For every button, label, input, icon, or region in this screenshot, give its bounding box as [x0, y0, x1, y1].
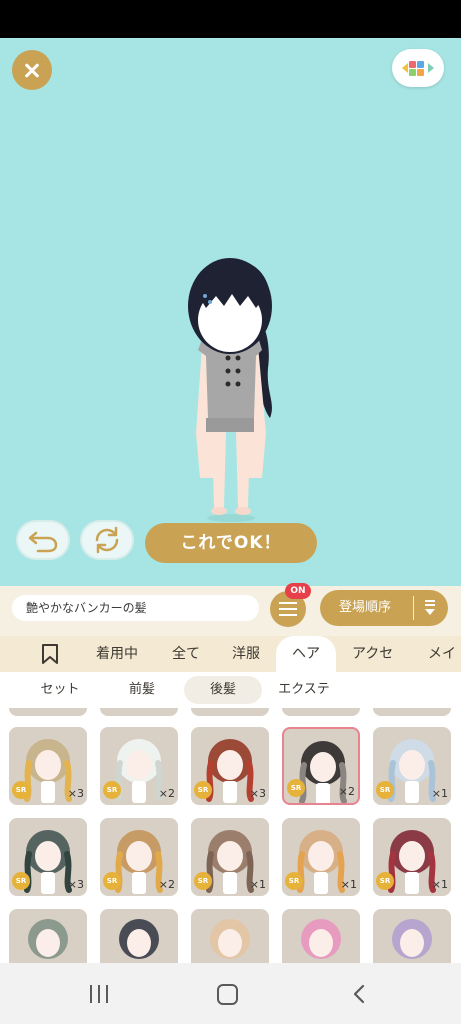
item-card[interactable]: SR ×1 — [282, 818, 360, 896]
sort-toggle-icon — [425, 600, 435, 615]
filter-on-badge: ON — [285, 583, 311, 599]
item-card[interactable]: SR ×3 — [191, 727, 269, 805]
hair-preview-icon — [119, 919, 159, 959]
rarity-badge: SR — [376, 781, 394, 799]
avatar-figure — [188, 258, 272, 522]
hair-preview-icon — [301, 919, 341, 959]
rarity-badge: SR — [194, 781, 212, 799]
item-card[interactable]: SR ×3 — [9, 818, 87, 896]
filter-icon — [279, 602, 297, 604]
item-count: ×3 — [341, 708, 357, 711]
item-info-bar: 艶やかなバンカーの髪 ON 登場順序 — [0, 583, 461, 636]
item-card-partial-bottom[interactable] — [9, 909, 87, 963]
item-card-partial-bottom[interactable] — [191, 909, 269, 963]
tab-hair[interactable]: ヘア — [276, 636, 336, 672]
undo-icon — [28, 531, 58, 553]
refresh-icon — [95, 526, 119, 554]
item-count: ×12 — [61, 708, 84, 711]
rarity-badge: SR — [103, 872, 121, 890]
item-card[interactable]: SR ×1 — [373, 727, 451, 805]
item-count: ×2 — [158, 878, 175, 891]
tab-makeup[interactable]: メイク — [428, 636, 461, 698]
sort-order-button[interactable]: 登場順序 — [320, 590, 448, 626]
item-card[interactable]: SR ×2 — [282, 727, 360, 805]
status-bar — [0, 0, 461, 38]
rarity-badge: SR — [194, 872, 212, 890]
item-card[interactable]: SR ×2 — [100, 727, 178, 805]
confirm-button[interactable]: これでOK！ — [145, 523, 317, 563]
item-card[interactable]: SR ×1 — [191, 818, 269, 896]
item-card-partial-bottom[interactable] — [373, 909, 451, 963]
sort-divider — [413, 596, 414, 620]
subtab-set[interactable]: セット — [20, 676, 100, 704]
sort-order-label: 登場順序 — [339, 600, 392, 615]
item-count: ×3 — [249, 787, 266, 800]
subtab-back-hair[interactable]: 後髪 — [184, 676, 262, 704]
item-card-partial-top[interactable]: ×6 — [373, 708, 451, 716]
item-count: ×1 — [249, 878, 266, 891]
home-button[interactable] — [217, 984, 238, 1005]
avatar-stage: これでOK！ — [0, 38, 461, 586]
item-count: ×6 — [432, 708, 448, 711]
subtab-extensions[interactable]: エクステ — [266, 676, 342, 704]
item-card[interactable]: SR ×1 — [373, 818, 451, 896]
item-card[interactable]: SR ×3 — [9, 727, 87, 805]
hair-preview-icon — [28, 919, 68, 959]
rarity-badge: SR — [376, 872, 394, 890]
item-card-partial-top[interactable]: ×12 — [9, 708, 87, 716]
hair-preview-icon — [392, 919, 432, 959]
undo-button[interactable] — [16, 520, 70, 560]
hair-subtabs: セット 前髪 後髪 エクステ — [0, 672, 461, 708]
tab-clothes[interactable]: 洋服 — [232, 636, 260, 672]
tab-wearing[interactable]: 着用中 — [96, 636, 138, 672]
tab-accessories[interactable]: アクセ — [352, 636, 393, 672]
system-navigation-bar — [0, 963, 461, 1024]
refresh-button[interactable] — [80, 520, 134, 560]
item-card-partial-bottom[interactable] — [282, 909, 360, 963]
rarity-badge: SR — [12, 872, 30, 890]
item-grid: ×12 ×6 ×1 ×3 ×6 SR ×3 SR ×2 SR ×3 SR ×2 SR ×1 SR ×3 SR ×2… — [0, 708, 461, 963]
item-count: ×1 — [431, 787, 448, 800]
recent-apps-button[interactable] — [88, 985, 110, 1003]
back-icon[interactable] — [350, 984, 368, 1004]
rarity-badge: SR — [287, 779, 305, 797]
item-card-partial-top[interactable]: ×6 — [100, 708, 178, 716]
item-card-partial-top[interactable]: ×3 — [282, 708, 360, 716]
hair-preview-icon — [210, 919, 250, 959]
tab-all[interactable]: 全て — [172, 636, 200, 672]
item-count: ×1 — [250, 708, 266, 711]
bookmark-icon[interactable] — [40, 643, 60, 665]
category-tabs: 着用中 全て 洋服 ヘア アクセ メイク — [0, 636, 461, 698]
subtab-bangs[interactable]: 前髪 — [104, 676, 180, 704]
item-count: ×1 — [340, 878, 357, 891]
rarity-badge: SR — [103, 781, 121, 799]
rarity-badge: SR — [285, 872, 303, 890]
item-name-field: 艶やかなバンカーの髪 — [12, 595, 259, 621]
item-count: ×2 — [158, 787, 175, 800]
item-count: ×1 — [431, 878, 448, 891]
item-card-partial-bottom[interactable] — [100, 909, 178, 963]
item-count: ×6 — [159, 708, 175, 711]
rarity-badge: SR — [12, 781, 30, 799]
item-count: ×2 — [338, 785, 355, 798]
item-card[interactable]: SR ×2 — [100, 818, 178, 896]
item-card-partial-top[interactable]: ×1 — [191, 708, 269, 716]
item-count: ×3 — [67, 787, 84, 800]
item-count: ×3 — [67, 878, 84, 891]
